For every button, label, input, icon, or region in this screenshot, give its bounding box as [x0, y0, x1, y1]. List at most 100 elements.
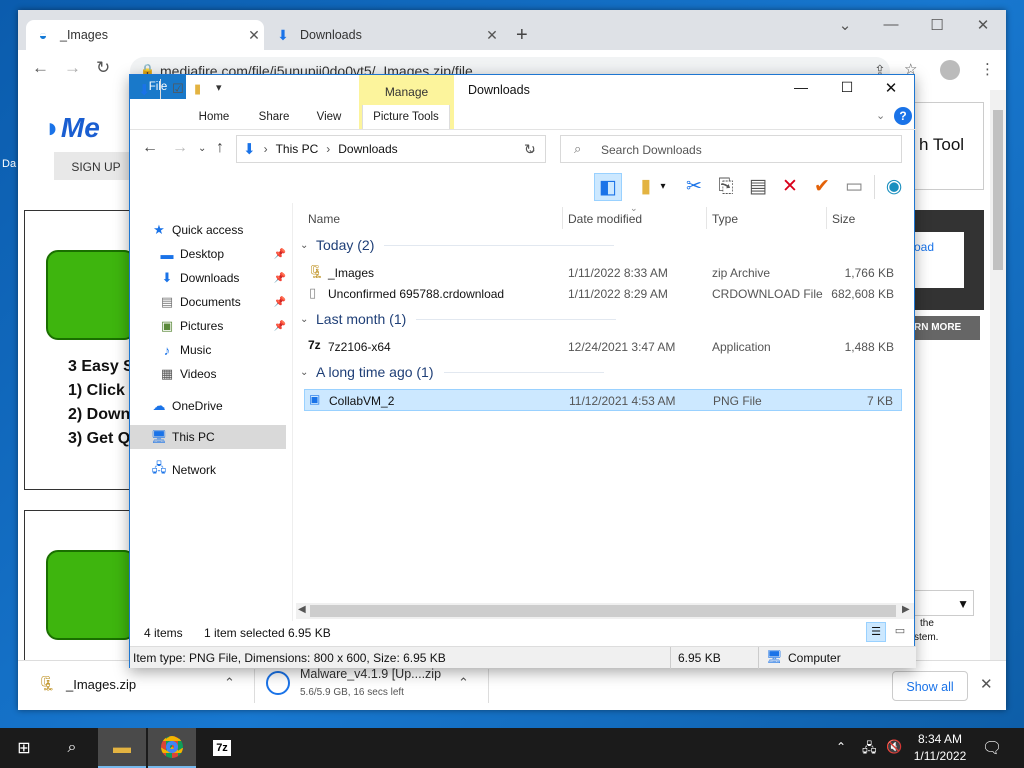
desktop-icon-label[interactable]: Da [2, 158, 16, 170]
column-header-size[interactable]: Size [832, 207, 855, 229]
learn-more-button[interactable]: RN MORE [914, 316, 980, 340]
recent-locations-icon[interactable]: ⌄ [198, 143, 206, 154]
quick-access-download-icon[interactable]: ⬇ [138, 81, 151, 99]
forward-icon[interactable]: → [172, 139, 188, 157]
maximize-icon[interactable]: ☐ [832, 79, 862, 96]
download-item-name[interactable]: _Images.zip [66, 677, 136, 692]
profile-avatar[interactable] [940, 60, 960, 80]
refresh-icon[interactable]: ↻ [524, 141, 536, 158]
minimize-icon[interactable]: — [786, 79, 816, 95]
close-shelf-icon[interactable]: ✕ [980, 675, 993, 693]
mediafire-logo[interactable]: ◗Me [44, 112, 100, 144]
ribbon-tab-share[interactable]: Share [252, 105, 296, 129]
back-icon[interactable]: ← [142, 139, 158, 157]
back-icon[interactable]: ← [32, 58, 49, 78]
ribbon-tab-home[interactable]: Home [192, 105, 236, 129]
globe-icon[interactable]: ◉ [880, 173, 908, 201]
close-window-icon[interactable]: ✕ [876, 79, 906, 97]
nav-item-this-pc[interactable]: 🖥 This PC [150, 426, 286, 448]
copy-icon[interactable]: ⎘ [712, 173, 740, 201]
windows-start-icon[interactable]: ⊞ [0, 728, 48, 768]
column-divider[interactable] [562, 207, 563, 229]
search-input[interactable]: Search Downloads [560, 135, 902, 163]
signup-button[interactable]: SIGN UP [54, 152, 138, 180]
scrollbar-thumb[interactable] [993, 110, 1003, 270]
expand-ribbon-icon[interactable]: ⌄ [876, 109, 885, 122]
tab-images[interactable]: ◒ _Images ✕ [26, 20, 264, 50]
ribbon-tab-view[interactable]: View [306, 105, 352, 129]
preview-pane-icon[interactable]: ◧ [594, 173, 622, 201]
pane-splitter[interactable] [292, 203, 293, 621]
taskbar-file-explorer[interactable]: ▬ [98, 728, 146, 768]
column-header-type[interactable]: Type [712, 207, 738, 229]
scrollbar-thumb[interactable] [310, 605, 896, 617]
new-folder-icon[interactable]: ▮ [194, 81, 201, 97]
nav-item-onedrive[interactable]: ☁ OneDrive [150, 395, 286, 417]
clock[interactable]: 8:34 AM 1/11/2022 [912, 732, 968, 763]
network-icon[interactable]: 🖧 [862, 739, 877, 761]
file-row-crdownload[interactable]: ▯ Unconfirmed 695788.crdownload 1/11/202… [304, 283, 902, 305]
paste-icon[interactable]: ▤ [744, 173, 772, 201]
download-item-name[interactable]: Malware_v4.1.9 [Up....zip [300, 667, 450, 681]
ad-download-button[interactable]: oad [914, 232, 964, 288]
file-row-images[interactable]: 🗜 _Images 1/11/2022 8:33 AM zip Archive … [304, 262, 902, 284]
taskbar-chrome[interactable] [148, 728, 196, 768]
ribbon-tab-picture-tools[interactable]: Picture Tools [362, 105, 450, 129]
breadcrumb-this-pc[interactable]: This PC [276, 142, 319, 156]
volume-muted-icon[interactable]: 🔇 [886, 739, 902, 755]
nav-item-quick-access[interactable]: ★ Quick access [150, 219, 286, 241]
tab-downloads[interactable]: ⬇ Downloads ✕ [266, 20, 502, 50]
close-tab-icon[interactable]: ✕ [482, 27, 502, 44]
taskbar-7zip[interactable]: 7z [198, 728, 246, 768]
new-tab-icon[interactable]: + [516, 24, 528, 47]
properties-icon[interactable]: ☑ [172, 81, 184, 97]
group-header-today[interactable]: ⌄ Today (2) [300, 237, 615, 253]
menu-icon[interactable]: ⋮ [980, 60, 995, 78]
forward-icon[interactable]: → [64, 58, 81, 78]
column-divider[interactable] [826, 207, 827, 229]
close-window-icon[interactable]: ✕ [960, 16, 1006, 34]
reload-icon[interactable]: ↻ [96, 58, 110, 78]
column-divider[interactable] [706, 207, 707, 229]
show-hidden-icons[interactable]: ⌃ [836, 740, 846, 754]
cut-icon[interactable]: ✂ [680, 173, 708, 201]
scroll-right-icon[interactable]: ▶ [902, 604, 910, 615]
notifications-icon[interactable]: 🗨 [982, 738, 1002, 758]
nav-item-downloads[interactable]: ⬇ Downloads 📌 [158, 267, 286, 289]
group-header-last-month[interactable]: ⌄ Last month (1) [300, 311, 617, 327]
show-all-button[interactable]: Show all [892, 671, 968, 701]
file-row-collabvm[interactable]: ▣ CollabVM_2 11/12/2021 4:53 AM PNG File… [304, 389, 902, 411]
chevron-up-icon[interactable]: ⌃ [224, 675, 235, 691]
up-icon[interactable]: ↑ [216, 139, 224, 157]
address-bar[interactable]: ⬇ › This PC › Downloads ⌄ [236, 135, 546, 163]
details-view-icon[interactable]: ☰ [866, 622, 886, 642]
close-tab-icon[interactable]: ✕ [244, 27, 264, 44]
nav-item-network[interactable]: 🖧 Network [150, 459, 286, 481]
nav-item-documents[interactable]: ▤ Documents 📌 [158, 291, 286, 313]
nav-item-music[interactable]: ♪ Music [158, 339, 286, 361]
breadcrumb-downloads[interactable]: Downloads [338, 142, 397, 156]
minimize-icon[interactable]: — [868, 16, 914, 33]
large-icons-view-icon[interactable]: ▭ [890, 622, 910, 642]
nav-item-pictures[interactable]: ▣ Pictures 📌 [158, 315, 286, 337]
nav-item-desktop[interactable]: ▬ Desktop 📌 [158, 243, 287, 265]
customize-toolbar-icon[interactable]: ▾ [216, 81, 222, 94]
download-button[interactable] [46, 250, 136, 340]
chevron-down-icon[interactable]: ▾ [656, 173, 670, 201]
scroll-left-icon[interactable]: ◀ [298, 604, 306, 615]
chevron-up-icon[interactable]: ⌃ [458, 675, 469, 691]
search-icon[interactable]: ⌕ [48, 728, 96, 768]
help-icon[interactable]: ? [894, 107, 912, 125]
column-header-name[interactable]: Name [308, 207, 340, 229]
dropdown-icon[interactable]: ▼ [914, 590, 974, 616]
checkmark-icon[interactable]: ✔ [808, 173, 836, 201]
maximize-icon[interactable]: ☐ [914, 16, 960, 34]
nav-item-videos[interactable]: ▦ Videos [158, 363, 286, 385]
file-row-7zip[interactable]: 7z 7z2106-x64 12/24/2021 3:47 AM Applica… [304, 336, 902, 358]
delete-icon[interactable]: ✕ [776, 173, 804, 201]
ad-banner[interactable]: h Tool [914, 102, 984, 190]
group-header-long-ago[interactable]: ⌄ A long time ago (1) [300, 364, 604, 380]
download-button-2[interactable] [46, 550, 136, 640]
tab-search-icon[interactable]: ⌄ [822, 16, 868, 34]
rename-icon[interactable]: ▭ [840, 173, 868, 201]
